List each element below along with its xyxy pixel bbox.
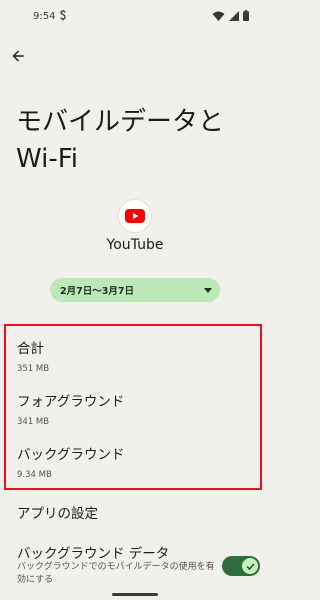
usage-item-value: 9.34 MB <box>17 470 52 480</box>
date-range-dropdown[interactable]: 2月7日〜3月7日 <box>50 278 220 302</box>
background-data-toggle[interactable] <box>222 556 260 576</box>
signal-icon <box>229 10 239 21</box>
app-icon <box>119 200 151 232</box>
usage-item-foreground: フォアグラウンド 341 MB <box>17 394 124 427</box>
usage-item-total: 合計 351 MB <box>17 341 49 374</box>
usage-item-label: バックグラウンド <box>17 447 125 463</box>
usage-item-label: フォアグラウンド <box>17 394 125 410</box>
page-title: モバイルデータと Wi-Fi <box>16 107 225 174</box>
check-icon <box>245 562 255 570</box>
youtube-icon <box>125 209 145 223</box>
date-range-label: 2月7日〜3月7日 <box>60 286 134 297</box>
background-data-title: バックグラウンド データ <box>17 546 170 562</box>
back-button[interactable] <box>6 44 30 68</box>
status-icons <box>212 10 249 21</box>
usage-item-value: 341 MB <box>17 417 50 427</box>
background-data-description: バックグラウンドでのモバイルデータの使用を有効にする <box>17 562 215 585</box>
arrow-left-icon <box>12 50 24 62</box>
usage-item-value: 351 MB <box>17 364 50 374</box>
usage-item-label: 合計 <box>17 341 44 357</box>
toggle-knob <box>242 558 258 574</box>
sim-icon <box>59 10 67 24</box>
wifi-icon <box>212 11 225 21</box>
battery-icon <box>243 10 249 21</box>
dropdown-arrow-icon <box>204 288 212 293</box>
usage-item-background: バックグラウンド 9.34 MB <box>17 447 124 480</box>
app-name: YouTube <box>106 237 164 253</box>
app-settings-header: アプリの設定 <box>17 506 98 522</box>
status-time: 9:54 <box>33 11 56 22</box>
gesture-nav-handle[interactable] <box>112 593 158 596</box>
status-bar: 9:54 <box>0 0 270 36</box>
